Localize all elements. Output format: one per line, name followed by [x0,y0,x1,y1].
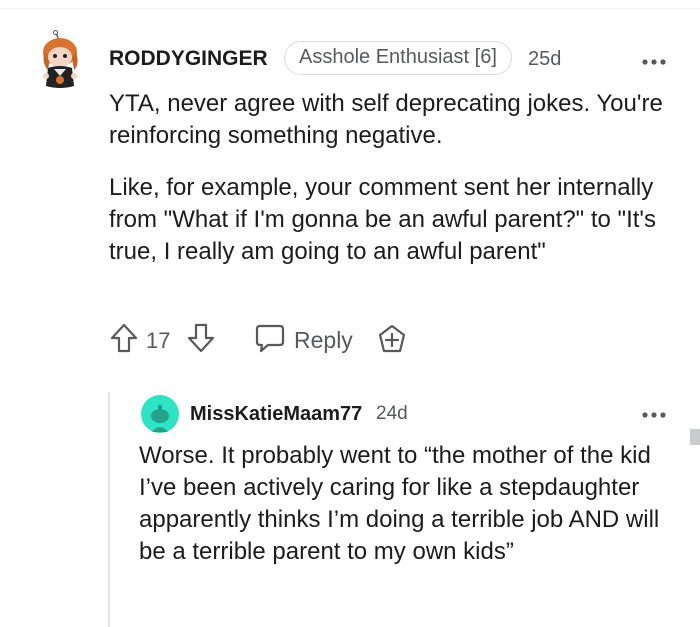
award-plus-icon [376,323,408,360]
reply-button[interactable]: Reply [254,323,353,357]
scrollbar-thumb[interactable] [690,429,700,445]
award-button[interactable] [376,323,408,360]
comment-timestamp[interactable]: 25d [528,46,561,72]
top-divider [0,8,700,9]
user-avatar-icon[interactable] [36,30,86,90]
comment-author[interactable]: RODDYGINGER [109,46,268,72]
speech-bubble-icon [254,323,286,358]
upvote-arrow-icon [109,322,139,359]
reply-author[interactable]: MissKatieMaam77 [190,401,362,427]
more-options-icon[interactable] [641,406,667,418]
reply-label: Reply [294,327,353,353]
comment-paragraph: YTA, never agree with self deprecating j… [109,90,663,149]
reply-timestamp[interactable]: 24d [376,401,408,427]
snoo-avatar-icon[interactable] [141,395,179,433]
vote-score: 17 [146,328,171,353]
more-options-icon[interactable] [641,53,667,65]
reply-body: Worse. It probably went to “the mother o… [139,442,660,565]
upvote-button[interactable] [109,322,139,359]
comment-paragraph: Like, for example, your comment sent her… [109,174,656,265]
downvote-button[interactable] [186,322,216,359]
downvote-arrow-icon [186,322,216,359]
user-flair-badge: Asshole Enthusiast [6] [284,41,512,75]
thread-line[interactable] [108,392,110,627]
